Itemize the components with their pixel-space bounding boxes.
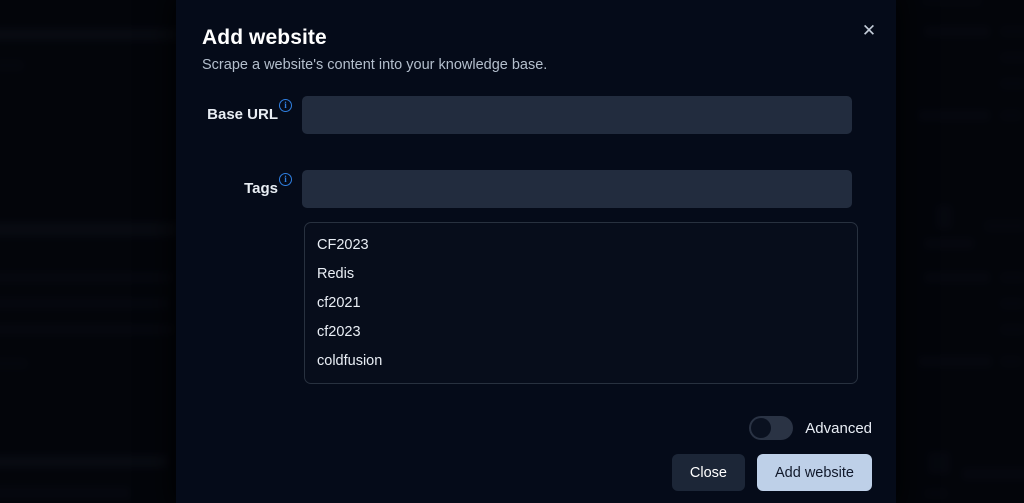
base-url-label-group: Base URL i — [176, 99, 292, 125]
tags-label: Tags — [244, 180, 278, 197]
dialog-subtitle: Scrape a website's content into your kno… — [202, 57, 548, 73]
list-item[interactable]: . — [305, 376, 857, 383]
dialog-title: Add website — [202, 26, 327, 49]
close-button[interactable]: Close — [671, 454, 745, 491]
info-icon[interactable]: i — [279, 173, 292, 186]
base-url-row: Base URL i — [176, 96, 896, 134]
list-item[interactable]: Redis — [305, 260, 857, 289]
toggle-knob — [751, 418, 772, 438]
base-url-input[interactable] — [302, 96, 852, 134]
advanced-toggle-row: Advanced — [749, 416, 872, 440]
info-icon[interactable]: i — [279, 99, 292, 112]
tag-suggestion-list[interactable]: CF2023 Redis cf2021 cf2023 coldfusion . — [304, 222, 858, 384]
dialog-actions: Close Add website — [671, 454, 872, 491]
list-item[interactable]: cf2023 — [305, 318, 857, 347]
advanced-label: Advanced — [805, 419, 872, 437]
list-item[interactable]: cf2021 — [305, 289, 857, 318]
list-item[interactable]: CF2023 — [305, 231, 857, 260]
list-item[interactable]: coldfusion — [305, 347, 857, 376]
tags-label-group: Tags i — [176, 173, 292, 199]
tags-row: Tags i — [176, 170, 896, 208]
close-icon[interactable]: ✕ — [856, 17, 882, 43]
add-website-button[interactable]: Add website — [757, 454, 872, 491]
add-website-dialog: ✕ Add website Scrape a website's content… — [176, 0, 896, 503]
advanced-toggle[interactable] — [749, 416, 794, 440]
base-url-label: Base URL — [207, 106, 278, 123]
tags-input[interactable] — [302, 170, 852, 208]
